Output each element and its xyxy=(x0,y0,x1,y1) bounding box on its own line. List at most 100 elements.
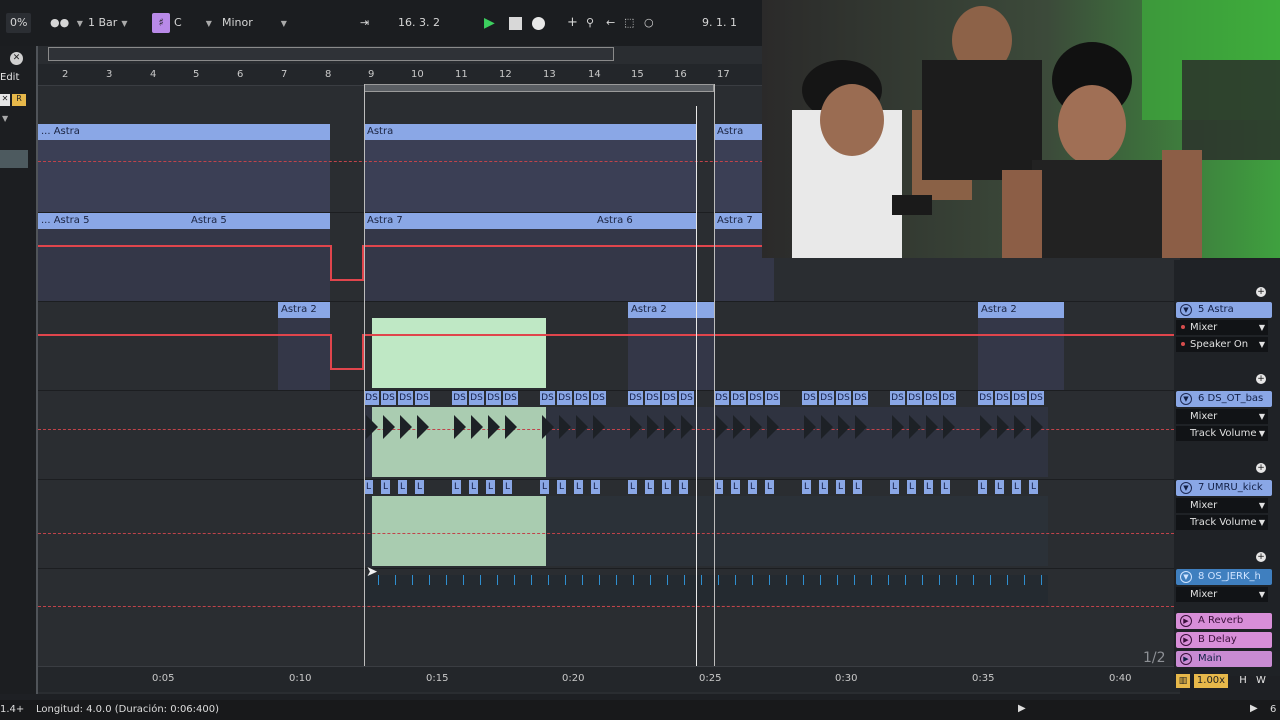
midi-clip-body[interactable] xyxy=(978,318,1064,390)
kick-clip[interactable]: L xyxy=(802,480,811,494)
kick-clip[interactable]: L xyxy=(924,480,933,494)
return-track-a[interactable]: ▶ A Reverb xyxy=(1176,613,1272,629)
ds-clip[interactable]: DS xyxy=(415,391,430,405)
clip-title[interactable]: Astra 5 xyxy=(188,213,330,229)
track-ds-ot-bass[interactable]: DS DS DS DS DS DS DS DS DS DS DS DS DS DS DS DS DS DS DS DS… xyxy=(38,391,1180,479)
arrangement-position-icon[interactable]: ⇥ xyxy=(360,13,369,33)
play-icon[interactable]: ▶ xyxy=(484,13,495,33)
record-icon[interactable] xyxy=(532,17,545,30)
stop-icon[interactable] xyxy=(509,17,522,30)
kick-clip[interactable]: L xyxy=(748,480,757,494)
kick-clip[interactable]: L xyxy=(662,480,671,494)
add-device-icon[interactable]: + xyxy=(1256,552,1266,562)
kick-clip[interactable]: L xyxy=(574,480,583,494)
track-header-5-astra[interactable]: ▼ 5 Astra xyxy=(1176,302,1272,318)
kick-clip[interactable]: L xyxy=(381,480,390,494)
add-device-icon[interactable]: + xyxy=(1256,287,1266,297)
kick-clip[interactable]: L xyxy=(628,480,637,494)
automation-line[interactable] xyxy=(38,245,330,247)
device-chooser[interactable]: Mixer ▼ xyxy=(1176,587,1268,602)
automation-arm-icon[interactable]: ⚲ xyxy=(586,13,594,33)
parameter-chooser[interactable]: Track Volume ▼ xyxy=(1176,515,1268,530)
clip-title[interactable]: Astra 7 xyxy=(364,213,594,229)
scale-select[interactable]: Minor ▼ xyxy=(222,13,287,33)
ds-clip[interactable]: DS xyxy=(714,391,729,405)
clip-title[interactable]: ... Astra 5 xyxy=(38,213,188,229)
time-ruler[interactable]: 0:05 0:10 0:15 0:20 0:25 0:30 0:35 0:40 xyxy=(38,666,1180,692)
kick-clip[interactable]: L xyxy=(714,480,723,494)
device-chooser[interactable]: Mixer ▼ xyxy=(1176,320,1268,335)
fold-icon[interactable]: ▼ xyxy=(1180,393,1192,405)
kick-clip[interactable]: L xyxy=(1029,480,1038,494)
ds-clip[interactable]: DS xyxy=(978,391,993,405)
selected-region[interactable] xyxy=(372,318,546,388)
clip-title[interactable]: ... Astra xyxy=(38,124,330,140)
ds-clip[interactable]: DS xyxy=(890,391,905,405)
kick-clip[interactable]: L xyxy=(1012,480,1021,494)
capture-icon[interactable]: ⬚ xyxy=(624,13,634,33)
ds-clip[interactable]: DS xyxy=(765,391,780,405)
ds-clip[interactable]: DS xyxy=(628,391,643,405)
midi-clip-body[interactable] xyxy=(278,318,330,390)
kick-clip[interactable]: L xyxy=(591,480,600,494)
track-os-jerk-hats[interactable] xyxy=(38,569,1180,609)
kick-clip[interactable]: L xyxy=(469,480,478,494)
kick-clip[interactable]: L xyxy=(765,480,774,494)
fold-icon[interactable]: ▼ xyxy=(1180,482,1192,494)
ds-clip[interactable]: DS xyxy=(1012,391,1027,405)
audio-clip-body[interactable] xyxy=(364,575,1048,605)
track-header-8-os-jerk[interactable]: ▼ 8 OS_JERK_h xyxy=(1176,569,1272,585)
key-select[interactable]: C ▼ xyxy=(174,13,212,33)
ds-clip[interactable]: DS xyxy=(452,391,467,405)
clip-title[interactable]: Astra 2 xyxy=(978,302,1064,318)
parameter-chooser[interactable]: Speaker On ▼ xyxy=(1176,337,1268,352)
h-toggle[interactable]: H xyxy=(1236,674,1250,688)
automation-line[interactable] xyxy=(38,334,330,336)
zoom-display[interactable]: 1.00x xyxy=(1194,674,1228,688)
overview-bar[interactable] xyxy=(48,47,614,61)
track-header-6-ds-ot-bas[interactable]: ▼ 6 DS_OT_bas xyxy=(1176,391,1272,407)
kick-clip[interactable]: L xyxy=(645,480,654,494)
ds-clip[interactable]: DS xyxy=(503,391,518,405)
add-device-icon[interactable]: + xyxy=(1256,463,1266,473)
midi-clip-body[interactable] xyxy=(628,318,714,390)
kick-clip[interactable]: L xyxy=(486,480,495,494)
quantize-menu[interactable]: ●● ▼ xyxy=(50,13,83,33)
play-icon[interactable]: ▶ xyxy=(1180,653,1192,665)
ds-clip[interactable]: DS xyxy=(364,391,379,405)
ds-clip[interactable]: DS xyxy=(662,391,677,405)
ds-clip[interactable]: DS xyxy=(748,391,763,405)
play-icon[interactable]: ▶ xyxy=(1250,703,1258,714)
ds-clip[interactable]: DS xyxy=(924,391,939,405)
ds-clip[interactable]: DS xyxy=(679,391,694,405)
kick-clip[interactable]: L xyxy=(540,480,549,494)
kick-clip[interactable]: L xyxy=(836,480,845,494)
ds-clip[interactable]: DS xyxy=(645,391,660,405)
add-device-icon[interactable]: + xyxy=(1256,374,1266,384)
loop-brace[interactable] xyxy=(364,84,714,92)
kick-clip[interactable]: L xyxy=(907,480,916,494)
record-arm-icon[interactable]: R xyxy=(12,94,26,106)
play-icon[interactable]: ▶ xyxy=(1180,615,1192,627)
clip-title[interactable]: Astra 2 xyxy=(278,302,330,318)
track-umru-kick[interactable]: LLLLLLLLLLLLLLLLLLLLLLLLLLLLLLLL xyxy=(38,480,1180,568)
ds-clip[interactable]: DS xyxy=(540,391,555,405)
playhead[interactable] xyxy=(696,106,697,666)
session-record-icon[interactable]: ○ xyxy=(644,13,654,33)
ds-clip[interactable]: DS xyxy=(469,391,484,405)
ds-clip[interactable]: DS xyxy=(853,391,868,405)
ds-clip[interactable]: DS xyxy=(381,391,396,405)
ds-clip[interactable]: DS xyxy=(995,391,1010,405)
kick-clip[interactable]: L xyxy=(890,480,899,494)
kick-clip[interactable]: L xyxy=(415,480,424,494)
return-track-b[interactable]: ▶ B Delay xyxy=(1176,632,1272,648)
ds-clip[interactable]: DS xyxy=(731,391,746,405)
scroll-right-icon[interactable]: ▶ xyxy=(1018,703,1026,714)
kick-clip[interactable]: L xyxy=(941,480,950,494)
kick-clip[interactable]: L xyxy=(853,480,862,494)
back-to-arrangement-icon[interactable]: ← xyxy=(606,13,615,33)
parameter-chooser[interactable]: Track Volume ▼ xyxy=(1176,426,1268,441)
fold-icon[interactable]: ▼ xyxy=(2,114,22,124)
ds-clip[interactable]: DS xyxy=(836,391,851,405)
kick-clip[interactable]: L xyxy=(452,480,461,494)
